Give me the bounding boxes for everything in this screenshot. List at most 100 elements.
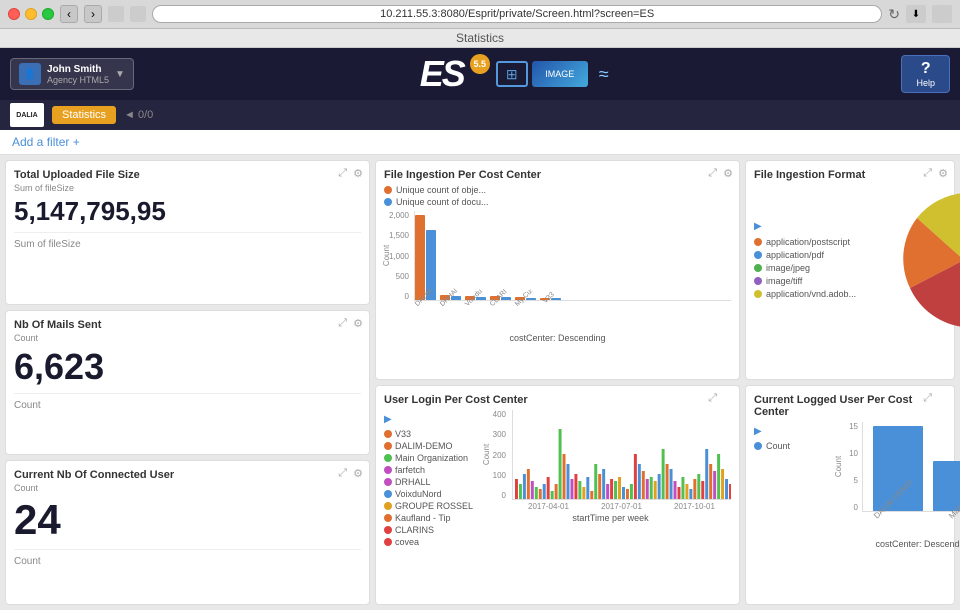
add-filter-button[interactable]: Add a filter + bbox=[12, 135, 80, 149]
traffic-lights bbox=[8, 8, 54, 20]
user-badge[interactable]: 👤 John Smith Agency HTML5 ▼ bbox=[10, 58, 134, 90]
legend-label-doc: Unique count of docu... bbox=[396, 197, 489, 207]
maximize-light[interactable] bbox=[42, 8, 54, 20]
ul-count-label: Count bbox=[482, 444, 491, 465]
format-legend-tiff: image/tiff bbox=[754, 276, 884, 286]
fi-chart: 2,0001,5001,0005000 Count bbox=[384, 211, 731, 321]
ul-legend-v33: V33 bbox=[384, 429, 484, 439]
logo-area: ES 5.5 ⊞ IMAGE ≈ bbox=[142, 53, 894, 95]
format-expand-icon[interactable]: ⤢ bbox=[923, 167, 932, 180]
user-dropdown-icon[interactable]: ▼ bbox=[115, 69, 125, 80]
logo-image-icon: IMAGE bbox=[532, 61, 588, 87]
cu-expand-icon[interactable]: ⤢ bbox=[338, 467, 347, 480]
title-bar: Statistics bbox=[0, 29, 960, 48]
tu-bottom-label: Sum of fileSize bbox=[14, 239, 361, 250]
ul-legend-covea: covea bbox=[384, 537, 484, 547]
ul-legend-farfetch: farfetch bbox=[384, 465, 484, 475]
legend-item-doc: Unique count of docu... bbox=[384, 197, 731, 207]
pie-svg bbox=[892, 188, 960, 333]
minimize-light[interactable] bbox=[25, 8, 37, 20]
format-legend-pdf: application/pdf bbox=[754, 250, 884, 260]
tu-expand-icon[interactable]: ⤢ bbox=[338, 167, 347, 180]
format-legend-area: ▶ application/postscript application/pdf… bbox=[754, 221, 884, 299]
format-legend-vnd-label: application/vnd.adob... bbox=[766, 289, 856, 299]
ul-axis-label: startTime per week bbox=[490, 513, 731, 523]
legend-dot-doc bbox=[384, 198, 392, 206]
ul-legend-dalim: DALIM-DEMO bbox=[384, 441, 484, 451]
tab-icon2 bbox=[130, 6, 146, 22]
logo-es-text: ES bbox=[420, 53, 464, 95]
ul-legend-arrow[interactable]: ▶ bbox=[384, 414, 484, 425]
download-icon[interactable]: ⬇ bbox=[906, 5, 926, 23]
ul-x-labels: 2017-04-01 2017-07-01 2017-10-01 bbox=[512, 502, 731, 511]
ul-legend: ▶ V33 DALIM-DEMO Main Organization farfe… bbox=[384, 410, 484, 582]
settings-icon[interactable]: ⚙ bbox=[723, 167, 733, 180]
logo-box-icon: ⊞ bbox=[496, 61, 528, 87]
cl-expand-icon[interactable]: ⤢ bbox=[923, 392, 932, 405]
current-logged-widget: Current Logged User Per Cost Center ⤢ ▶ … bbox=[745, 385, 955, 605]
legend-arrow[interactable]: ▶ bbox=[754, 221, 884, 232]
expand-icon[interactable]: ⤢ bbox=[708, 167, 717, 180]
help-button[interactable]: ? Help bbox=[901, 55, 950, 93]
nb-mails-widget: Nb Of Mails Sent ⤢ ⚙ Count 6,623 Count bbox=[5, 310, 370, 455]
nm-bottom-label: Count bbox=[14, 400, 361, 411]
cl-axis-text: costCenter: Descending bbox=[875, 539, 960, 549]
logo-version-badge: 5.5 bbox=[470, 54, 490, 74]
tab-icon bbox=[108, 6, 124, 22]
cl-count-label: Count bbox=[834, 456, 843, 477]
cl-legend-arrow[interactable]: ▶ bbox=[754, 426, 834, 437]
refresh-icon[interactable]: ↻ bbox=[888, 6, 900, 23]
nm-expand-icon[interactable]: ⤢ bbox=[338, 317, 347, 330]
cu-settings-icon[interactable]: ⚙ bbox=[353, 467, 363, 480]
cl-bars-area bbox=[862, 422, 960, 512]
format-content: ▶ application/postscript application/pdf… bbox=[754, 185, 946, 335]
nm-settings-icon[interactable]: ⚙ bbox=[353, 317, 363, 330]
bars-area bbox=[414, 211, 731, 301]
cu-sub-label: Count bbox=[14, 483, 361, 493]
ul-axis-text: startTime per week bbox=[572, 513, 648, 523]
total-uploaded-title: Total Uploaded File Size bbox=[14, 169, 361, 181]
cl-legend-count-label: Count bbox=[766, 441, 790, 451]
ul-legend-drhall: DRHALL bbox=[384, 477, 484, 487]
legend-item-obj: Unique count of obje... bbox=[384, 185, 731, 195]
fi-axis-label: costCenter: Descending bbox=[384, 333, 731, 343]
user-name: John Smith bbox=[47, 64, 109, 75]
format-legend-ps-label: application/postscript bbox=[766, 237, 850, 247]
tu-settings-icon[interactable]: ⚙ bbox=[353, 167, 363, 180]
user-login-title: User Login Per Cost Center bbox=[384, 394, 731, 406]
back-link[interactable]: ◄ 0/0 bbox=[124, 109, 153, 121]
ul-legend-groupe: GROUPE ROSSEL bbox=[384, 501, 484, 511]
close-light[interactable] bbox=[8, 8, 20, 20]
tab-icon3 bbox=[932, 5, 952, 23]
logo-wave-icon: ≈ bbox=[592, 61, 616, 87]
ul-legend-kaufland: Kaufland - Tip bbox=[384, 513, 484, 523]
pie-chart-area bbox=[892, 188, 960, 333]
ul-chart: 4003002001000 Count bbox=[490, 410, 731, 582]
back-label: ◄ 0/0 bbox=[124, 109, 153, 121]
nb-mails-value: 6,623 bbox=[14, 347, 361, 387]
statistics-tab[interactable]: Statistics bbox=[52, 106, 116, 124]
right-panel: Total Uploaded File Size ⤢ ⚙ Sum of file… bbox=[5, 160, 370, 605]
connected-users-widget: Current Nb Of Connected User ⤢ ⚙ Count 2… bbox=[5, 460, 370, 605]
legend-dot-obj bbox=[384, 186, 392, 194]
user-login-widget: User Login Per Cost Center ⤢ ▶ V33 DALIM… bbox=[375, 385, 740, 605]
forward-nav-button[interactable]: › bbox=[84, 5, 102, 23]
back-nav-button[interactable]: ‹ bbox=[60, 5, 78, 23]
format-legend-jpeg-label: image/jpeg bbox=[766, 263, 810, 273]
cl-chart: 151050 Count DALIM DEMO Main Organizatio… bbox=[840, 422, 960, 594]
tu-sub-label: Sum of fileSize bbox=[14, 183, 361, 193]
format-settings-icon[interactable]: ⚙ bbox=[938, 167, 948, 180]
address-bar[interactable]: 10.211.55.3:8080/Esprit/private/Screen.h… bbox=[152, 5, 882, 23]
browser-chrome: ‹ › 10.211.55.3:8080/Esprit/private/Scre… bbox=[0, 0, 960, 29]
format-title: File Ingestion Format bbox=[754, 169, 946, 181]
bar-group-0 bbox=[415, 215, 436, 300]
help-label: Help bbox=[916, 78, 935, 88]
ul-legend-voix: VoixduNord bbox=[384, 489, 484, 499]
filter-bar: Add a filter + bbox=[0, 130, 960, 155]
help-icon: ? bbox=[916, 60, 935, 78]
cu-divider bbox=[14, 549, 361, 550]
avatar: 👤 bbox=[19, 63, 41, 85]
ul-expand-icon[interactable]: ⤢ bbox=[708, 392, 717, 405]
cl-title: Current Logged User Per Cost Center bbox=[754, 394, 946, 418]
page-title: Statistics bbox=[456, 31, 504, 45]
